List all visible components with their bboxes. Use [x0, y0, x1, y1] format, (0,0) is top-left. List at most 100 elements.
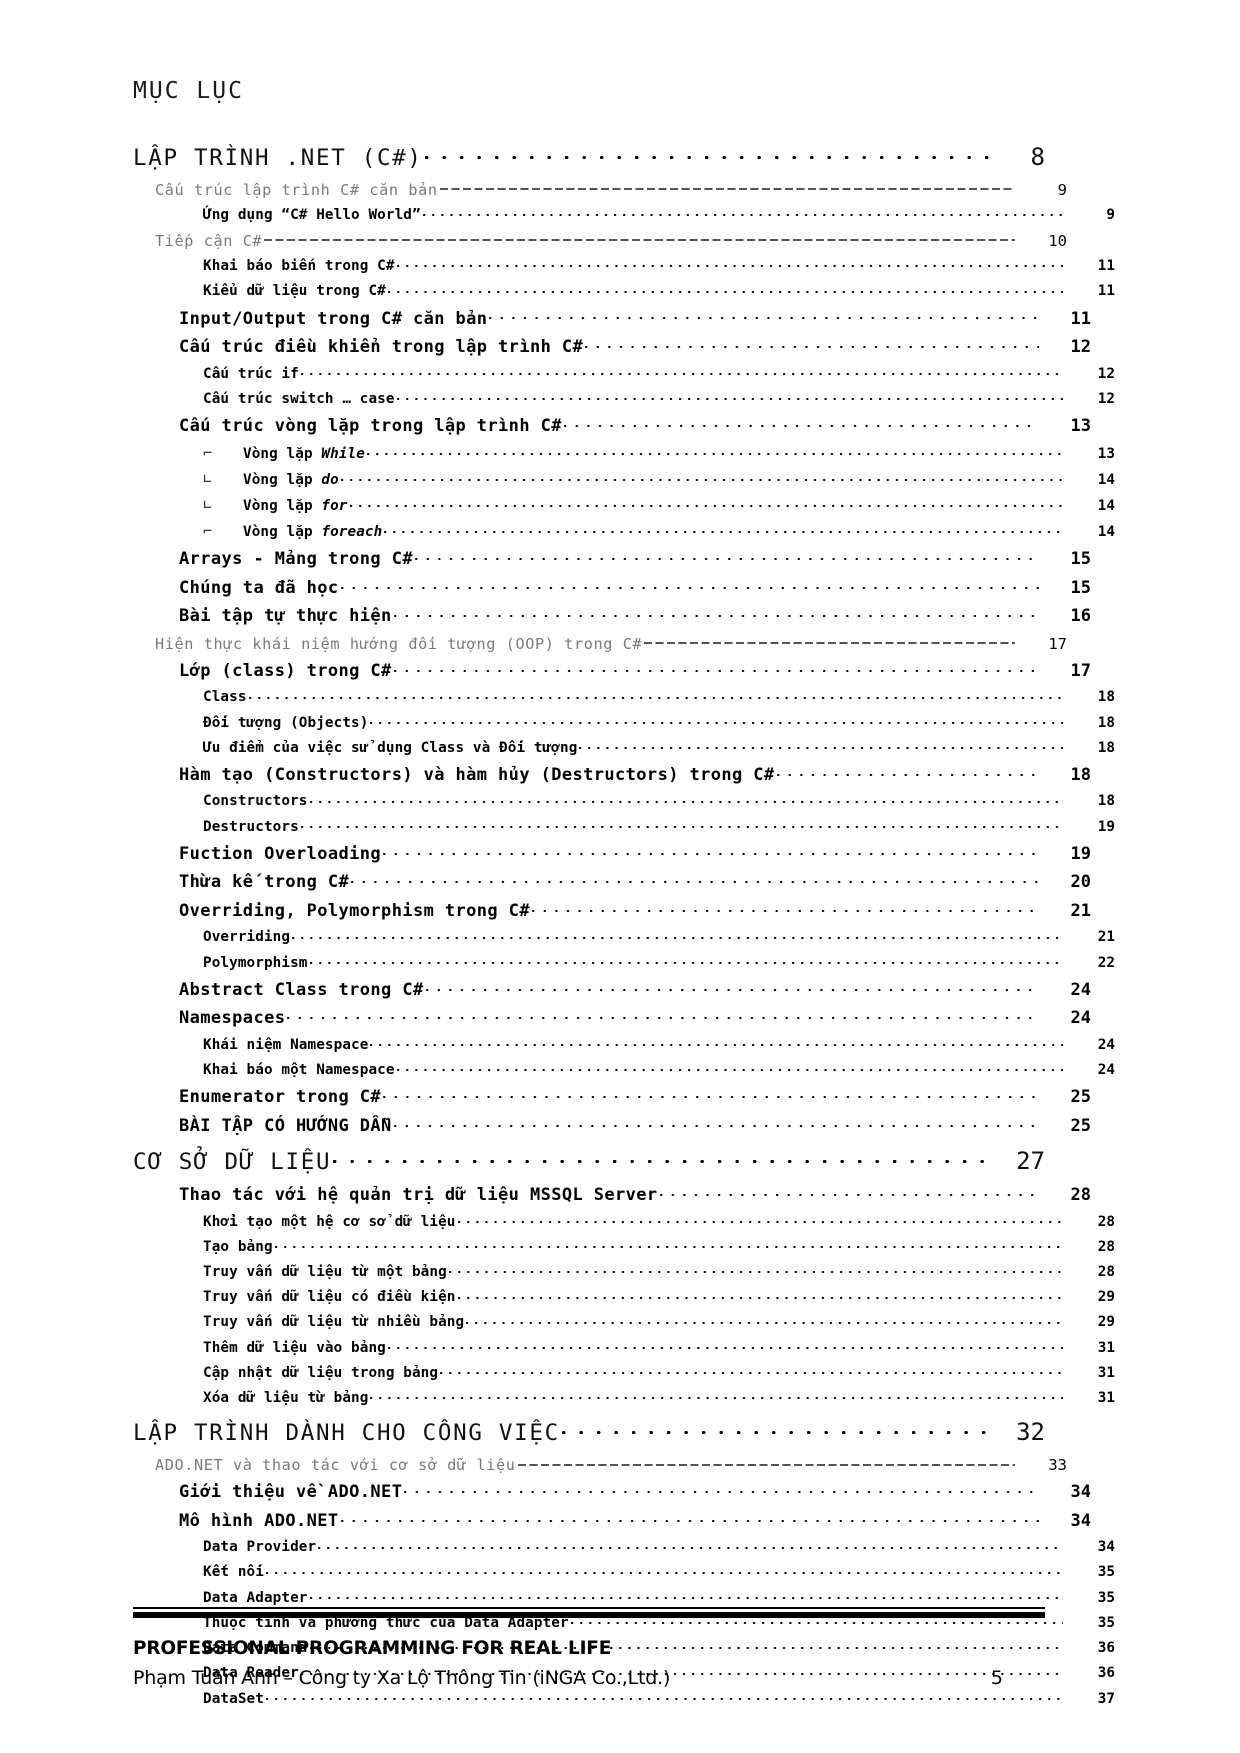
toc-list: LẬP TRÌNH .NET (C#) 8 Cấu trúc lập trình C… [133, 138, 1115, 1712]
toc-page-number: 31 [1097, 1390, 1115, 1407]
toc-entry[interactable]: Chúng ta đã học 15 [133, 574, 1091, 603]
toc-entry[interactable]: Class 18 [133, 685, 1115, 710]
toc-entry[interactable]: Constructors 18 [133, 789, 1115, 814]
toc-leader-dots [776, 763, 1039, 780]
toc-entry[interactable]: Kết nối 35 [133, 1560, 1115, 1585]
toc-entry[interactable]: Truy vấn dữ liệu từ nhiều bảng 29 [133, 1310, 1115, 1335]
toc-page-number: 24 [1070, 979, 1091, 1000]
toc-entry[interactable]: Khai báo một Namespace 24 [133, 1058, 1115, 1083]
toc-entry[interactable]: Thao tác với hệ quản trị dữ liệu MSSQL S… [133, 1181, 1091, 1210]
toc-entry[interactable]: ∟ Vòng lặp for 14 [133, 493, 1115, 519]
toc-entry[interactable]: Cấu trúc vòng lặp trong lập trình C# 13 [133, 412, 1091, 441]
toc-entry[interactable]: Data Provider 34 [133, 1535, 1115, 1560]
toc-leader-dots [393, 1114, 1039, 1131]
toc-page-number: 24 [1070, 1008, 1091, 1029]
toc-entry[interactable]: ∟ Vòng lặp do 14 [133, 467, 1115, 493]
toc-page-number: 9 [1106, 207, 1115, 223]
toc-entry[interactable]: Cấu trúc điều khiển trong lập trình C# 12 [133, 333, 1091, 362]
toc-page-number: 35 [1097, 1589, 1115, 1606]
toc-entry-label: Xóa dữ liệu từ bảng [203, 1386, 368, 1411]
toc-entry[interactable]: Xóa dữ liệu từ bảng 31 [133, 1386, 1115, 1411]
toc-entry[interactable]: Input/Output trong C# căn bản 11 [133, 305, 1091, 334]
toc-entry[interactable]: Polymorphism 22 [133, 951, 1115, 976]
toc-page-number: 8 [1030, 143, 1045, 171]
toc-leader-dots [387, 1337, 1063, 1351]
toc-entry-text: Data Adapter [203, 1589, 308, 1606]
toc-entry[interactable]: Đối tượng (Objects) 18 [133, 711, 1115, 736]
toc-page-number: 31 [1097, 1364, 1115, 1381]
toc-entry-keyword: for [321, 497, 348, 514]
toc-page-number: 36 [1097, 1665, 1115, 1682]
toc-page-number: 11 [1097, 283, 1115, 300]
toc-entry[interactable]: Cấu trúc switch … case 12 [133, 387, 1115, 412]
toc-entry[interactable]: Tạo bảng 28 [133, 1235, 1115, 1260]
toc-entry[interactable]: Cấu trúc lập trình C# căn bản 9 [133, 177, 1067, 203]
toc-entry[interactable]: ⌐ Vòng lặp While 13 [133, 441, 1115, 467]
footer-title: PROFESSIONAL PROGRAMMING FOR REAL LIFE [133, 1638, 612, 1659]
toc-entry[interactable]: Lớp (class) trong C# 17 [133, 657, 1091, 686]
toc-entry[interactable]: Namespaces 24 [133, 1004, 1091, 1033]
toc-entry-label: LẬP TRÌNH .NET (C#) [133, 139, 423, 177]
toc-entry-text: Cập nhật dữ liệu trong bảng [203, 1364, 439, 1381]
toc-entry[interactable]: ⌐ Vòng lặp foreach 14 [133, 519, 1115, 545]
toc-entry-text: Polymorphism [203, 954, 308, 971]
toc-entry[interactable]: Ứng dụng “C# Hello World” 9 [133, 203, 1115, 228]
toc-entry-text: Destructors [203, 818, 299, 835]
toc-page-number: 18 [1097, 689, 1115, 706]
toc-entry[interactable]: CƠ SỞ DỮ LIỆU 27 [133, 1142, 1045, 1181]
toc-entry[interactable]: Giới thiệu về ADO.NET 34 [133, 1478, 1091, 1507]
toc-entry-label: Cấu trúc switch … case [203, 387, 395, 412]
toc-entry[interactable]: Arrays - Mảng trong C# 15 [133, 545, 1091, 574]
toc-page-number: 33 [1048, 1456, 1067, 1475]
toc-entry[interactable]: BÀI TẬP CÓ HƯỚNG DẪN 25 [133, 1112, 1091, 1141]
toc-entry[interactable]: Overriding 21 [133, 925, 1115, 950]
toc-leader-dots [457, 1287, 1063, 1301]
toc-leader-dots [309, 952, 1064, 966]
toc-entry-text: Thêm dữ liệu vào bảng [203, 1339, 386, 1356]
page-footer: PROFESSIONAL PROGRAMMING FOR REAL LIFE P… [133, 1636, 1045, 1692]
toc-entry[interactable]: LẬP TRÌNH DÀNH CHO CÔNG VIỆC 32 [133, 1413, 1045, 1452]
toc-entry[interactable]: Truy vấn dữ liệu có điều kiện 29 [133, 1285, 1115, 1310]
toc-entry[interactable]: Kiểu dữ liệu trong C# 11 [133, 279, 1115, 304]
toc-entry[interactable]: Hiện thực khái niệm hướng đối tượng (OOP… [133, 631, 1067, 657]
toc-entry-label: Fuction Overloading [179, 840, 381, 869]
toc-entry[interactable]: Ưu điểm của việc sử dụng Class và Đối tư… [133, 736, 1115, 761]
toc-entry[interactable]: Mô hình ADO.NET 34 [133, 1507, 1091, 1536]
toc-entry-label: Khởi tạo một hệ cơ sở dữ liệu [203, 1210, 456, 1235]
toc-entry[interactable]: Khái niệm Namespace 24 [133, 1033, 1115, 1058]
toc-entry[interactable]: Fuction Overloading 19 [133, 840, 1091, 869]
toc-entry-keyword: do [321, 471, 339, 488]
toc-entry[interactable]: Thêm dữ liệu vào bảng 31 [133, 1336, 1115, 1361]
toc-entry[interactable]: Tiếp cận C# 10 [133, 228, 1067, 254]
toc-entry-text: Truy vấn dữ liệu từ một bảng [203, 1264, 447, 1281]
toc-page-number: 35 [1097, 1564, 1115, 1581]
toc-entry[interactable]: Bài tập tự thực hiện 16 [133, 602, 1091, 631]
toc-page-number: 25 [1070, 1115, 1091, 1136]
toc-entry[interactable]: ADO.NET và thao tác với cơ sở dữ liệu 33 [133, 1452, 1067, 1478]
toc-entry-label: Constructors [203, 789, 308, 814]
toc-entry[interactable]: Thừa kế trong C# 20 [133, 868, 1091, 897]
toc-entry[interactable]: Enumerator trong C# 25 [133, 1083, 1091, 1112]
toc-leader-dots [644, 634, 1015, 649]
toc-entry-text: Overriding [203, 929, 291, 946]
bullet-icon: ⌐ [203, 522, 213, 541]
toc-entry[interactable]: Khởi tạo một hệ cơ sở dữ liệu 28 [133, 1210, 1115, 1235]
page-title: MỤC LỤC [133, 78, 244, 104]
toc-entry[interactable]: Truy vấn dữ liệu từ một bảng 28 [133, 1260, 1115, 1285]
toc-page-number: 16 [1070, 606, 1091, 627]
toc-entry-label: Mô hình ADO.NET [179, 1507, 339, 1536]
toc-entry-label: Tiếp cận C# [155, 228, 262, 254]
toc-entry[interactable]: Overriding, Polymorphism trong C# 21 [133, 897, 1091, 926]
toc-entry-text: Khởi tạo một hệ cơ sở dữ liệu [203, 1213, 456, 1230]
toc-entry[interactable]: Hàm tạo (Constructors) và hàm hủy (Destr… [133, 761, 1091, 790]
toc-entry-text: Vòng lặp [243, 445, 322, 462]
toc-page-number: 14 [1097, 524, 1115, 541]
footer-page-number: 5 [990, 1667, 1003, 1689]
toc-entry[interactable]: Abstract Class trong C# 24 [133, 976, 1091, 1005]
toc-entry[interactable]: Khai báo biến trong C# 11 [133, 254, 1115, 279]
toc-entry[interactable]: Cấu trúc if 12 [133, 362, 1115, 387]
toc-entry[interactable]: Cập nhật dữ liệu trong bảng 31 [133, 1361, 1115, 1386]
toc-page-number: 28 [1097, 1213, 1115, 1230]
toc-entry[interactable]: Destructors 19 [133, 815, 1115, 840]
toc-entry[interactable]: LẬP TRÌNH .NET (C#) 8 [133, 138, 1045, 177]
